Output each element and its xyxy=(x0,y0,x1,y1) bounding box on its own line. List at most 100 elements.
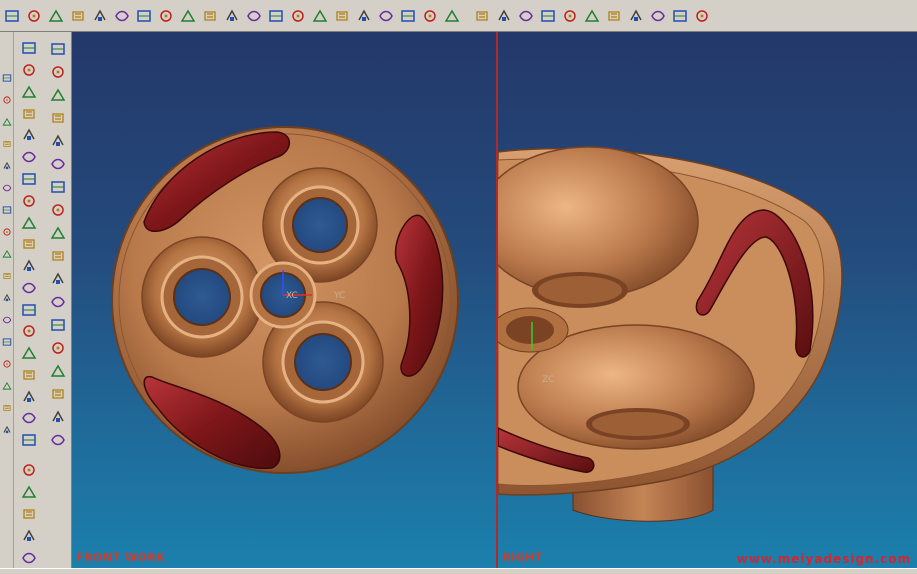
layer-icon[interactable] xyxy=(288,5,308,27)
box-icon[interactable] xyxy=(47,360,69,382)
pattern-icon[interactable] xyxy=(47,291,69,313)
sketch-icon[interactable] xyxy=(112,5,132,27)
corner-icon[interactable] xyxy=(1,200,13,220)
cube-icon[interactable] xyxy=(18,482,40,503)
rotate-icon[interactable] xyxy=(516,5,536,27)
grid-icon[interactable] xyxy=(134,5,154,27)
box-icon[interactable] xyxy=(18,234,40,255)
rib-icon[interactable] xyxy=(1,266,13,286)
extrude-icon[interactable] xyxy=(18,82,40,103)
block-icon[interactable] xyxy=(472,5,492,27)
offset-icon[interactable] xyxy=(156,5,176,27)
edit-icon[interactable] xyxy=(18,277,40,298)
circle-icon[interactable] xyxy=(18,169,40,190)
boss-icon[interactable] xyxy=(1,354,13,374)
pencil-icon[interactable] xyxy=(47,130,69,152)
cone-icon[interactable] xyxy=(18,525,40,546)
move-icon[interactable] xyxy=(266,5,286,27)
paint-icon[interactable] xyxy=(47,429,69,451)
mirror-icon[interactable] xyxy=(494,5,514,27)
front-viewport[interactable]: XC YC FRONT WORK xyxy=(72,32,496,568)
cube-icon[interactable] xyxy=(47,38,69,60)
shade-icon[interactable] xyxy=(604,5,624,27)
cylinder-icon[interactable] xyxy=(47,314,69,336)
spline-icon[interactable] xyxy=(1,112,13,132)
fillet-icon[interactable] xyxy=(2,5,22,27)
tool-icon[interactable] xyxy=(47,268,69,290)
pencil-icon[interactable] xyxy=(18,125,40,146)
thread-icon[interactable] xyxy=(1,332,13,352)
form-feature-toolbar xyxy=(44,32,72,568)
book-icon[interactable] xyxy=(47,245,69,267)
axis-icon[interactable] xyxy=(18,364,40,385)
extrude-icon[interactable] xyxy=(68,5,88,27)
trim-icon[interactable] xyxy=(46,5,66,27)
grid-icon[interactable] xyxy=(18,38,40,59)
sphere-icon[interactable] xyxy=(18,256,40,277)
moon-icon[interactable] xyxy=(47,153,69,175)
edit-icon[interactable] xyxy=(538,5,558,27)
leaf-icon[interactable] xyxy=(47,383,69,405)
book-icon[interactable] xyxy=(442,5,462,27)
point-icon[interactable] xyxy=(1,156,13,176)
view-icon[interactable] xyxy=(398,5,418,27)
status-bar xyxy=(0,568,917,574)
cut-icon[interactable] xyxy=(626,5,646,27)
block-icon[interactable] xyxy=(47,337,69,359)
table-icon[interactable] xyxy=(47,222,69,244)
layers-icon[interactable] xyxy=(18,343,40,364)
cube-icon[interactable] xyxy=(47,176,69,198)
cylinder-icon[interactable] xyxy=(18,504,40,525)
sphere-icon[interactable] xyxy=(18,547,40,568)
wave-icon[interactable] xyxy=(1,420,13,440)
front-model: XC YC xyxy=(111,126,459,474)
arc-icon[interactable] xyxy=(1,90,13,110)
section-icon[interactable] xyxy=(200,5,220,27)
cylinder-icon[interactable] xyxy=(18,190,40,211)
leaf-icon[interactable] xyxy=(47,406,69,428)
sphere-icon[interactable] xyxy=(47,61,69,83)
hole-icon[interactable] xyxy=(1,222,13,242)
surface-icon[interactable] xyxy=(560,5,580,27)
tube-icon[interactable] xyxy=(1,398,13,418)
table-icon[interactable] xyxy=(178,5,198,27)
toolbar-separator xyxy=(464,5,470,27)
stack-icon[interactable] xyxy=(332,5,352,27)
edge-icon[interactable] xyxy=(1,178,13,198)
array-icon[interactable] xyxy=(47,199,69,221)
feature-toolbar xyxy=(16,32,42,568)
draft-icon[interactable] xyxy=(1,310,13,330)
chamfer-icon[interactable] xyxy=(1,244,13,264)
close-icon[interactable] xyxy=(648,5,668,27)
part-icon[interactable] xyxy=(420,5,440,27)
right-model: ZC xyxy=(498,146,843,522)
color-icon[interactable] xyxy=(670,5,690,27)
pattern-icon[interactable] xyxy=(24,5,44,27)
joint-icon[interactable] xyxy=(18,460,40,481)
front-view-label: FRONT WORK xyxy=(76,551,166,564)
cube-icon[interactable] xyxy=(692,5,712,27)
list-icon[interactable] xyxy=(376,5,396,27)
nodes-icon[interactable] xyxy=(18,386,40,407)
gear-icon[interactable] xyxy=(18,408,40,429)
cone-icon[interactable] xyxy=(1,376,13,396)
right-viewport[interactable]: ZC RIGHT www.meiyadesign.com xyxy=(498,32,917,568)
align-icon[interactable] xyxy=(354,5,374,27)
box-icon[interactable] xyxy=(18,103,40,124)
gear-icon[interactable] xyxy=(47,107,69,129)
line-icon[interactable] xyxy=(1,134,13,154)
shell-icon[interactable] xyxy=(1,288,13,308)
trim-icon[interactable] xyxy=(18,321,40,342)
blend-icon[interactable] xyxy=(244,5,264,27)
measure-icon[interactable] xyxy=(310,5,330,27)
hole-icon[interactable] xyxy=(18,147,40,168)
curve-icon[interactable] xyxy=(1,68,13,88)
square-icon[interactable] xyxy=(18,212,40,233)
wedge-icon[interactable] xyxy=(47,84,69,106)
sheet-icon[interactable] xyxy=(18,60,40,81)
revolve-icon[interactable] xyxy=(90,5,110,27)
render-icon[interactable] xyxy=(582,5,602,27)
target-icon[interactable] xyxy=(18,430,40,451)
stack-icon[interactable] xyxy=(18,299,40,320)
feature-icon[interactable] xyxy=(222,5,242,27)
